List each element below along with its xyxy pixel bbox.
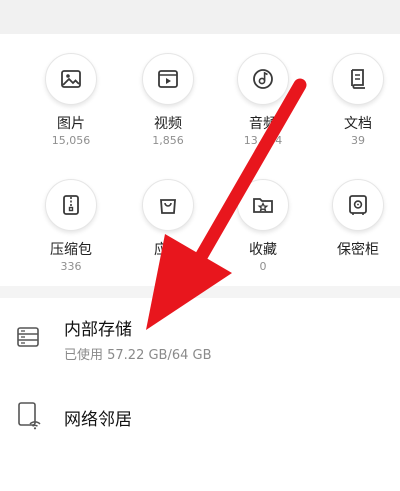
star-folder-icon [237, 179, 289, 231]
category-images[interactable]: 图片 15,056 [21, 53, 121, 148]
category-count: 15,056 [51, 134, 91, 147]
category-label: 保密柜 [337, 242, 379, 258]
category-count: 0 [259, 260, 267, 273]
category-label: 音频 [249, 116, 277, 132]
storage-title: 内部存储 [64, 320, 132, 340]
category-videos[interactable]: 视频 1,856 [118, 53, 218, 148]
video-icon [142, 53, 194, 105]
category-label: 文档 [344, 116, 372, 132]
category-apps[interactable]: 应用 [118, 179, 218, 260]
category-count: 336 [60, 260, 82, 273]
category-audio[interactable]: 音频 13,664 [213, 53, 313, 148]
storage-usage: 已使用 57.22 GB/64 GB [64, 348, 212, 363]
zip-icon [45, 179, 97, 231]
category-label: 收藏 [249, 242, 277, 258]
category-favorites[interactable]: 收藏 0 [213, 179, 313, 274]
category-archives[interactable]: 压缩包 336 [21, 179, 121, 274]
document-icon [332, 53, 384, 105]
music-icon [237, 53, 289, 105]
top-divider-strip [0, 0, 400, 34]
safe-icon [332, 179, 384, 231]
category-documents[interactable]: 文档 39 [308, 53, 400, 148]
category-grid: 图片 15,056 视频 1,856 音频 13,664 文档 39 压缩包 3… [0, 34, 400, 286]
image-icon [45, 53, 97, 105]
storage-icon [16, 325, 40, 353]
app-bag-icon [142, 179, 194, 231]
category-label: 压缩包 [50, 242, 92, 258]
category-label: 应用 [154, 242, 182, 258]
section-divider [0, 286, 400, 298]
internal-storage-item[interactable]: 内部存储 已使用 57.22 GB/64 GB [0, 298, 400, 378]
category-label: 视频 [154, 116, 182, 132]
category-count: 1,856 [152, 134, 184, 147]
category-count: 13,664 [243, 134, 283, 147]
category-count: 39 [351, 134, 365, 147]
network-neighbor-item[interactable]: 网络邻居 [0, 378, 400, 454]
network-neighbor-icon [16, 402, 42, 434]
category-label: 图片 [57, 116, 85, 132]
network-title: 网络邻居 [64, 410, 132, 430]
category-safe[interactable]: 保密柜 [308, 179, 400, 260]
